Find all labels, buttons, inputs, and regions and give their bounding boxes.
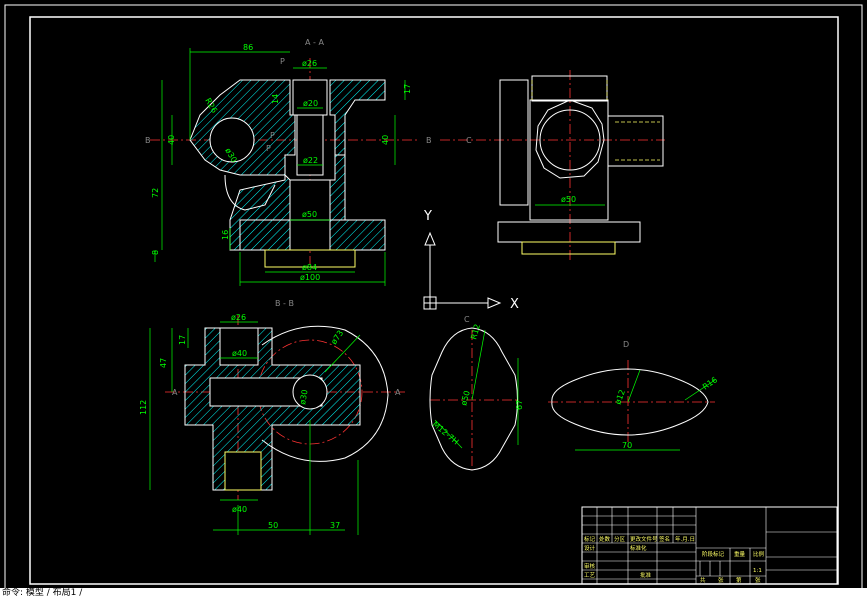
tb-scale-label: 比例 [753,550,765,558]
cut-label-b-right: B [426,136,432,145]
tb-sheet-no: 第 [736,576,742,584]
cut-label-a-left: A [172,388,178,397]
bb-dim-47: 47 [159,358,168,368]
re-base-spigot [521,241,616,255]
view-d-dim-70: 70 [622,441,632,450]
aa-dim-40-right: 40 [381,135,390,145]
right-elevation-view[interactable]: ø50 C [440,70,665,260]
view-d-label: D [623,340,629,349]
tb-approve: 批准 [640,571,652,579]
bb-bottom-bore [224,451,262,491]
aa-dim-8: 8 [151,250,160,255]
tb-process: 工艺 [584,572,596,579]
re-dim-d50: ø50 [561,195,576,204]
aa-lower-stem-hatch [229,173,291,251]
aa-dim-17: 17 [403,84,412,94]
bb-body-hatch [184,327,361,491]
axis-x-label: X [510,297,519,312]
bb-dim-112: 112 [139,400,148,415]
aa-dim-72: 72 [151,188,160,198]
aa-dim-40-left: 40 [167,135,176,145]
bb-dim-37: 37 [330,521,340,530]
view-c[interactable]: C R12 ø50 67 M12-7H [429,315,524,471]
aa-lower-stem-right-hatch [329,154,386,251]
tb-scale: 1:1 [753,568,762,574]
aa-dim-14: 14 [271,94,280,104]
tb-date: 年.月.日 [675,535,695,543]
re-top-cap [531,75,608,102]
cut-label-p2: P [270,131,275,140]
section-aa-label: A - A [305,38,324,47]
aa-dim-d20: ø20 [303,99,318,108]
bb-dim-d26: ø26 [231,313,246,322]
cut-label-a-right: A [395,388,401,397]
cut-label-p3: P [266,144,271,153]
aa-right-arm-hatch [329,79,386,156]
re-left-boss [499,79,529,206]
aa-dim-d100: ø100 [300,273,320,282]
tb-weight: 重量 [734,550,746,558]
section-bb-view[interactable]: B - B ø26 ø40 ø40 17 47 112 50 37 ø73 ø3… [139,299,405,535]
command-line[interactable]: 命令: 模型 / 布局1 / [0,588,867,598]
section-bb-label: B - B [275,299,294,308]
tb-stage: 阶段标记 [702,550,725,558]
aa-dim-d50: ø50 [302,210,317,219]
bb-dim-d40-bottom: ø40 [232,505,247,514]
axis-y-label: Y [423,209,432,224]
bb-dim-r73: ø73 [329,329,345,347]
view-c-dim-d50: ø50 [459,390,472,407]
cut-label-p1: P [280,57,285,66]
cut-label-c: C [466,136,472,145]
tb-design: 设计 [584,544,596,552]
aa-upper-bore [292,79,328,116]
ucs-axis-icon: Y X [423,209,519,312]
bb-dim-50: 50 [268,521,278,530]
view-c-outline [429,327,518,471]
tb-standard: 标准化 [630,544,647,552]
aa-mid-bore [296,114,324,176]
title-block[interactable]: 标记 处数 分区 更改文件号 签名 年.月.日 设计 标准化 阶段标记 重量 比… [581,506,838,585]
tb-sign: 签名 [659,535,670,543]
aa-dim-d22: ø22 [303,156,318,165]
tb-mark: 标记 [584,535,596,543]
aa-dim-16: 16 [221,230,230,240]
tb-count: 处数 [599,535,611,543]
view-d-dim-r16: R16 [701,375,719,391]
bb-top-bore [219,327,259,366]
drawing-canvas[interactable]: A - A 86 ø26 ø20 ø22 ø50 ø84 ø100 17 40 … [0,0,867,598]
view-d[interactable]: D R16 ø12 70 [548,340,719,451]
view-d-dim-r12: ø12 [613,388,627,405]
inner-frame [29,16,839,585]
tb-change-doc: 更改文件号 [630,535,658,543]
re-base-flange [497,221,641,243]
aa-dim-86: 86 [243,43,253,52]
bb-dim-17: 17 [178,335,187,345]
aa-dim-d84: ø84 [302,263,317,272]
re-right-arm [607,115,664,167]
view-c-dim-r12: R12 [469,323,482,341]
bb-dim-d40-top: ø40 [232,349,247,358]
aa-dim-d26: ø26 [302,59,317,68]
cut-label-b-left: B [145,136,151,145]
tb-sheet-of: 张 [718,576,724,584]
tb-sheet-end: 张 [755,576,761,584]
view-c-label: C [464,315,470,324]
outer-frame [4,4,863,592]
view-c-dim-67: 67 [515,400,524,410]
tb-sheets: 共 [700,576,706,584]
tb-zone: 分区 [614,535,626,543]
section-aa-view[interactable]: A - A 86 ø26 ø20 ø22 ø50 ø84 ø100 17 40 … [145,38,432,286]
tb-review: 审核 [584,562,596,570]
